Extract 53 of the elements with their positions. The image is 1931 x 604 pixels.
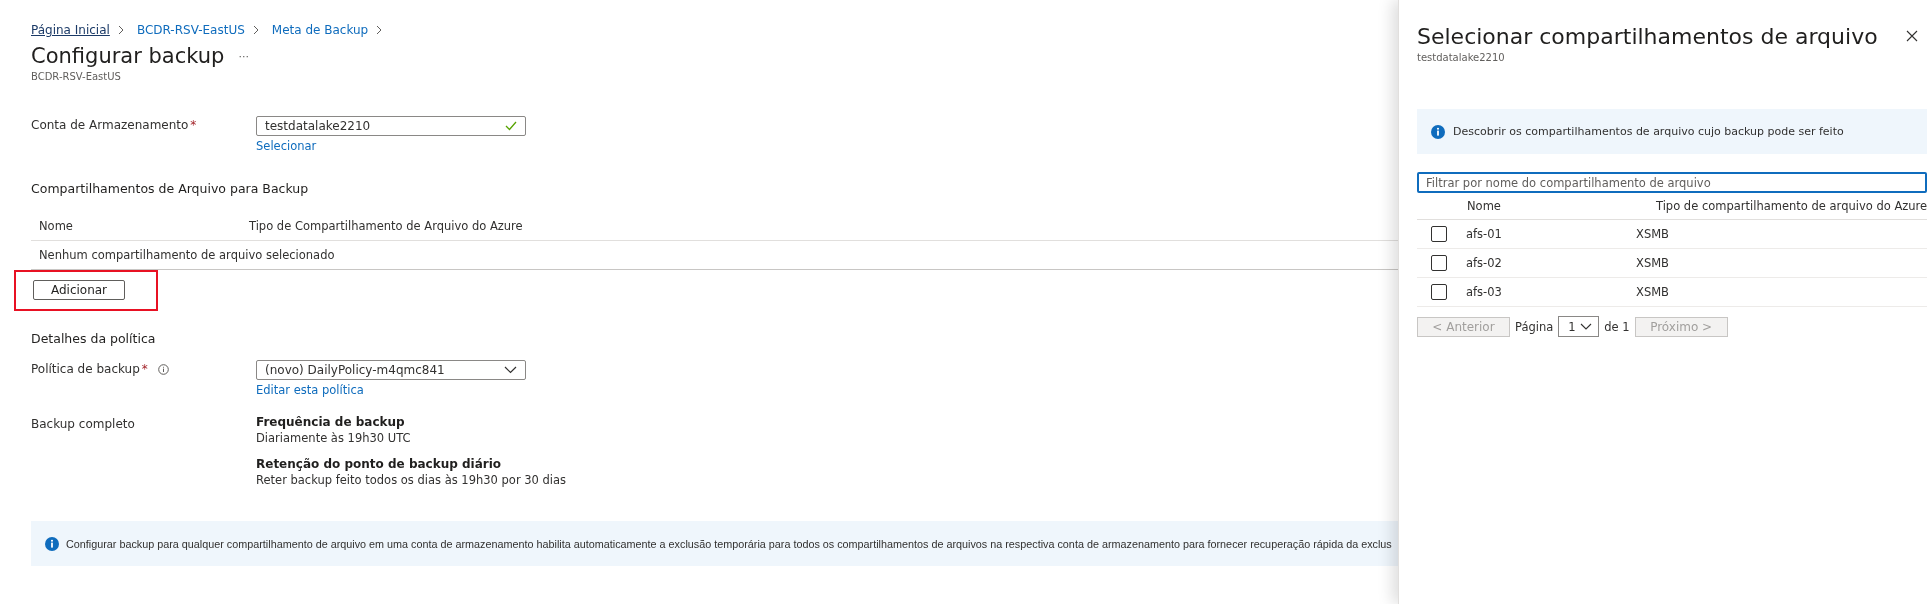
column-header: Nome <box>39 219 74 233</box>
column-header: Tipo de compartilhamento de arquivo do Azure <box>1656 199 1928 213</box>
chevron-down-icon <box>504 366 517 374</box>
required-mark: * <box>190 118 197 132</box>
field-label: Conta de Armazenamento <box>31 118 189 132</box>
table-cell-text: afs-03 <box>1465 285 1503 299</box>
checkbox[interactable] <box>1431 226 1447 242</box>
field-label: Backup completo <box>31 417 135 431</box>
breadcrumb-link[interactable]: Página Inicial <box>31 23 110 37</box>
chevron-down-icon <box>1580 323 1593 330</box>
more-options-button[interactable]: ··· <box>238 49 249 63</box>
detail-text: Diariamente às 19h30 UTC <box>256 431 412 445</box>
column-header: Nome <box>1466 199 1502 213</box>
chevron-right-icon <box>376 25 384 35</box>
breadcrumb-link[interactable]: Meta de Backup <box>271 23 369 37</box>
section-heading: Compartilhamentos de Arquivo para Backup <box>31 181 310 196</box>
breadcrumb-link[interactable]: BCDR-RSV-EastUS <box>136 23 245 37</box>
panel-subtitle: testdatalake2210 <box>1417 52 1506 63</box>
policy-dropdown[interactable]: (novo) DailyPolicy-m4qmc841 <box>256 360 526 380</box>
page-dropdown[interactable]: 1 <box>1558 316 1600 337</box>
edit-policy-link[interactable]: Editar esta política <box>256 383 526 397</box>
page-label: Página <box>1515 319 1554 334</box>
section-heading: Detalhes da política <box>31 331 157 346</box>
chevron-right-icon <box>252 25 260 35</box>
select-link[interactable]: Selecionar <box>256 139 526 153</box>
filter-field[interactable]: Filtrar por nome do compartilhamento de arquivo <box>1417 172 1928 193</box>
checkbox[interactable] <box>1431 255 1447 271</box>
page-count: de 1 <box>1604 319 1630 334</box>
detail-title: Frequência de backup <box>256 415 406 429</box>
storage-account-field[interactable]: testdatalake2210 <box>256 116 526 136</box>
table-cell-text: afs-01 <box>1465 227 1503 241</box>
add-button[interactable]: Adicionar <box>33 280 125 300</box>
detail-text: Reter backup feito todos os dias às 19h30 por 30 dias <box>256 473 567 487</box>
info-icon[interactable] <box>157 364 169 375</box>
info-text: Descobrir os compartilhamentos de arquivo cujo backup pode ser feito <box>1453 125 1844 138</box>
info-icon <box>45 536 59 551</box>
column-header: Tipo de Compartilhamento de Arquivo do Azure <box>249 219 523 233</box>
required-mark: * <box>141 362 148 376</box>
table-cell: XSMB <box>1636 227 1669 241</box>
close-icon[interactable] <box>1906 30 1919 42</box>
chevron-right-icon <box>117 25 125 35</box>
page-subtitle: BCDR-RSV-EastUS <box>31 71 122 82</box>
checkbox[interactable] <box>1431 284 1447 300</box>
info-text: Configurar backup para qualquer compartilhamento de arquivo em uma conta de armazenamento habilita automaticamente a exclusão temporária para todos os compartilhamentos de arquivos na respectiva conta de armazenamento para fornecer recuperação rápida da exclus <box>66 537 1392 550</box>
empty-message: Nenhum compartilhamento de arquivo selecionado <box>39 248 335 262</box>
table-cell-text: afs-02 <box>1465 256 1503 270</box>
detail-title: Retenção do ponto de backup diário <box>256 457 503 471</box>
info-icon <box>1431 124 1445 139</box>
panel-title: Selecionar compartilhamentos de arquivo <box>1417 24 1878 49</box>
page-title: Configurar backup <box>31 44 225 68</box>
table-cell: XSMB <box>1636 285 1669 299</box>
table-cell: XSMB <box>1636 256 1669 270</box>
field-label: Política de backup <box>31 362 140 376</box>
